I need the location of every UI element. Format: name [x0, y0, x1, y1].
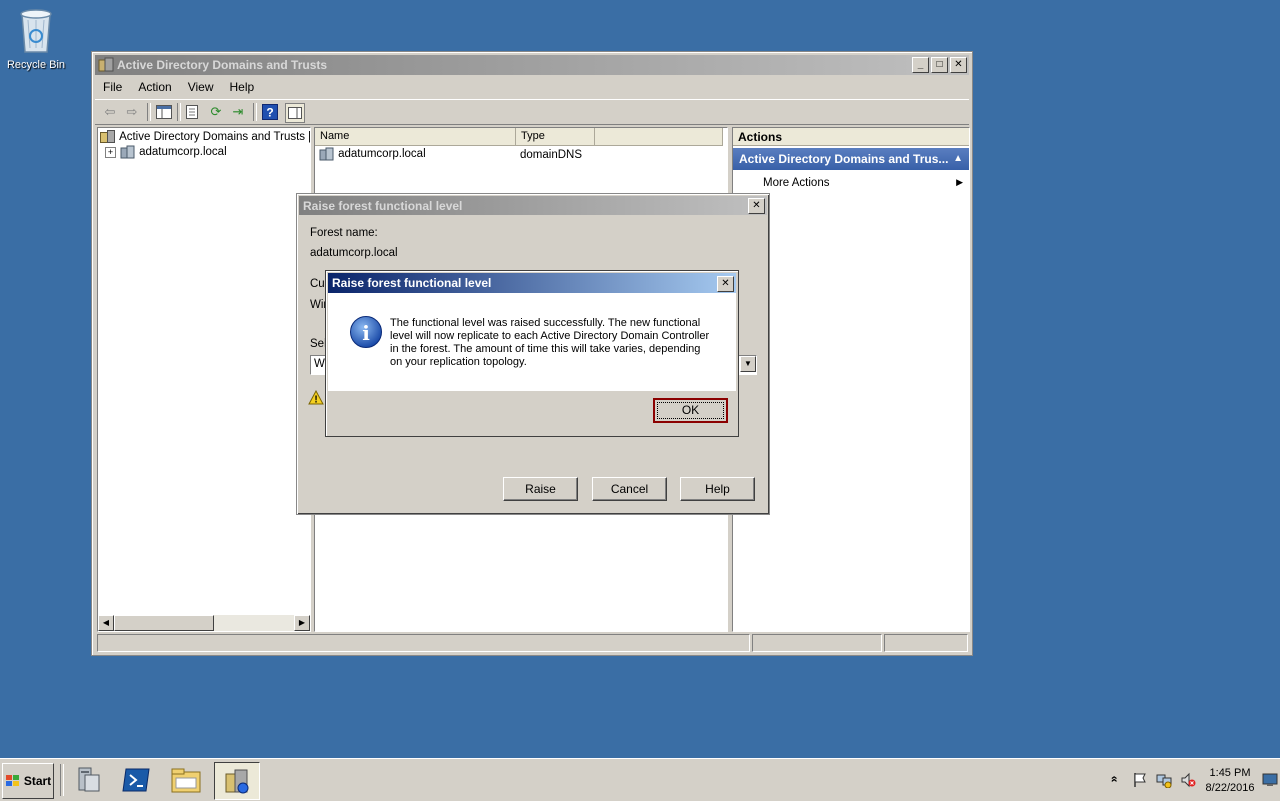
menu-view[interactable]: View: [180, 78, 222, 96]
forest-name-value: adatumcorp.local: [310, 247, 398, 259]
row-type: domainDNS: [520, 149, 582, 161]
message-close-button[interactable]: ✕: [717, 276, 734, 292]
back-arrow-icon[interactable]: ⇦: [101, 103, 119, 121]
menu-file[interactable]: File: [95, 78, 130, 96]
tree-item-label: adatumcorp.local: [139, 145, 227, 158]
domain-icon: [120, 145, 135, 159]
taskbar: Start » 1:45 PM 8/22/2016: [0, 758, 1280, 801]
dropdown-arrow-icon[interactable]: ▼: [740, 356, 756, 372]
status-bar: [95, 633, 969, 652]
row-name: adatumcorp.local: [338, 147, 426, 160]
message-title: Raise forest functional level: [332, 276, 492, 290]
warning-glyph: !: [314, 395, 317, 406]
collapse-icon[interactable]: ▲: [953, 148, 963, 170]
refresh-icon[interactable]: ⟳: [207, 103, 225, 121]
tree-item-domain[interactable]: adatumcorp.local: [120, 145, 227, 159]
status-cell-2: [752, 634, 882, 652]
scroll-left-icon[interactable]: ◀: [98, 615, 114, 631]
close-button[interactable]: ✕: [950, 57, 967, 73]
start-label: Start: [23, 774, 52, 788]
message-titlebar[interactable]: Raise forest functional level ✕: [328, 273, 736, 293]
more-actions-item[interactable]: More Actions ▶: [763, 177, 963, 189]
tray-expand-icon[interactable]: »: [1106, 776, 1120, 783]
tree-root-item[interactable]: Active Directory Domains and Trusts [S: [100, 130, 310, 146]
domain-icon: [319, 147, 334, 161]
cancel-button[interactable]: Cancel: [592, 477, 667, 501]
powershell-icon[interactable]: [116, 762, 156, 798]
ad-domains-icon: [100, 130, 115, 143]
success-message-box: Raise forest functional level ✕ i The fu…: [325, 270, 739, 437]
app-icon: [98, 57, 114, 72]
actions-header: Actions: [733, 128, 969, 146]
tree-hscrollbar[interactable]: ◀ ▶: [98, 615, 310, 631]
recycle-bin-icon: [20, 9, 52, 53]
server-manager-icon[interactable]: [68, 762, 108, 798]
windows-logo-icon: [5, 775, 19, 786]
forest-name-label: Forest name:: [310, 227, 378, 239]
message-line-4: on your replication topology.: [390, 356, 527, 368]
info-glyph: i: [362, 321, 370, 345]
ok-button[interactable]: OK: [653, 398, 728, 423]
info-icon: i: [350, 316, 382, 348]
network-icon[interactable]: [1156, 772, 1172, 788]
message-body: i The functional level was raised succes…: [328, 293, 736, 391]
recycle-bin-label: Recycle Bin: [6, 59, 66, 71]
dialog-close-button[interactable]: ✕: [748, 198, 765, 214]
column-header-name[interactable]: Name: [315, 128, 516, 146]
show-desktop-icon[interactable]: [1262, 772, 1278, 788]
ok-button-label: OK: [657, 402, 724, 419]
show-hide-tree-icon[interactable]: [155, 103, 173, 121]
clock-date: 8/22/2016: [1205, 782, 1255, 794]
warning-icon: !: [308, 390, 324, 405]
clock-time: 1:45 PM: [1209, 767, 1251, 779]
scroll-right-icon[interactable]: ▶: [294, 615, 310, 631]
svg-text:?: ?: [266, 106, 273, 120]
column-header-type[interactable]: Type: [516, 128, 595, 146]
help-button[interactable]: Help: [680, 477, 755, 501]
column-header-blank: [595, 128, 723, 146]
export-list-icon[interactable]: ⇥: [229, 103, 247, 121]
message-line-2: level will now replicate to each Active …: [390, 330, 710, 342]
dialog-titlebar[interactable]: Raise forest functional level ✕: [299, 196, 767, 215]
console-tree: Active Directory Domains and Trusts [S +…: [97, 127, 311, 632]
message-line-3: in the forest. The amount of time this w…: [390, 343, 701, 355]
raise-button[interactable]: Raise: [503, 477, 578, 501]
explorer-icon[interactable]: [166, 762, 206, 798]
dialog-title: Raise forest functional level: [303, 199, 463, 213]
menu-help[interactable]: Help: [222, 78, 263, 96]
minimize-button[interactable]: _: [912, 57, 929, 73]
scroll-thumb[interactable]: [114, 615, 214, 631]
maximize-button[interactable]: □: [931, 57, 948, 73]
clock[interactable]: 1:45 PM 8/22/2016: [1200, 766, 1260, 796]
more-actions-label: More Actions: [763, 177, 830, 189]
show-hide-action-pane-icon[interactable]: [285, 103, 305, 123]
tree-root-label: Active Directory Domains and Trusts [: [119, 130, 310, 143]
submenu-arrow-icon: ▶: [956, 177, 963, 187]
recycle-bin[interactable]: Recycle Bin: [4, 6, 68, 71]
help-icon[interactable]: ?: [261, 103, 279, 121]
actions-section-header[interactable]: Active Directory Domains and Trus... ▲: [733, 148, 969, 170]
window-title: Active Directory Domains and Trusts: [117, 58, 328, 72]
level-select-value: W: [314, 358, 325, 370]
start-button[interactable]: Start: [2, 763, 54, 799]
toolbar: ⇦ ⇨ ⟳ ⇥ ?: [95, 99, 969, 125]
table-row[interactable]: adatumcorp.local domainDNS: [319, 147, 719, 163]
tree-expander-icon[interactable]: +: [105, 147, 116, 158]
volume-muted-icon[interactable]: [1180, 772, 1196, 788]
actions-section-label: Active Directory Domains and Trus...: [739, 152, 949, 166]
menu-action[interactable]: Action: [130, 78, 179, 96]
message-line-1: The functional level was raised successf…: [390, 317, 701, 329]
action-center-flag-icon[interactable]: [1132, 772, 1148, 788]
window-titlebar[interactable]: Active Directory Domains and Trusts _ □ …: [95, 55, 969, 75]
forward-arrow-icon[interactable]: ⇨: [123, 103, 141, 121]
ad-domains-taskbar-icon[interactable]: [214, 762, 260, 800]
properties-icon[interactable]: [183, 103, 201, 121]
system-tray: » 1:45 PM 8/22/2016: [1100, 759, 1280, 801]
menu-bar: File Action View Help: [95, 77, 969, 97]
status-cell-3: [884, 634, 968, 652]
status-cell-main: [97, 634, 750, 652]
message-text: The functional level was raised successf…: [390, 317, 730, 369]
